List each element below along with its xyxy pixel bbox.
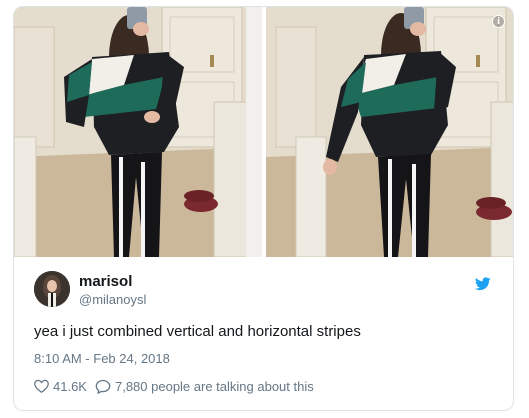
photo-right[interactable]: i xyxy=(266,7,513,257)
display-name[interactable]: marisol xyxy=(79,273,132,290)
avatar-image xyxy=(34,271,70,307)
speech-bubble-icon xyxy=(95,379,111,394)
tweet-card[interactable]: i marisol @milanoysl yea i just combined… xyxy=(13,6,514,411)
photo-left[interactable] xyxy=(14,7,262,257)
user-handle[interactable]: @milanoysl xyxy=(79,292,146,307)
info-icon[interactable]: i xyxy=(492,15,505,28)
twitter-bird-icon[interactable] xyxy=(475,277,491,291)
heart-icon xyxy=(34,379,49,393)
mirror-selfie-photo-right xyxy=(266,7,513,257)
tweet-actions: 41.6K 7,880 people are talking about thi… xyxy=(34,377,314,395)
tweet-photos: i xyxy=(14,7,513,257)
tweet-text: yea i just combined vertical and horizon… xyxy=(34,323,361,340)
tweet-body: marisol @milanoysl yea i just combined v… xyxy=(14,257,513,410)
tweet-timestamp[interactable]: 8:10 AM - Feb 24, 2018 xyxy=(34,351,170,366)
reply-conversation-button[interactable]: 7,880 people are talking about this xyxy=(95,379,314,394)
like-count: 41.6K xyxy=(53,378,87,394)
like-button[interactable]: 41.6K xyxy=(34,379,87,394)
avatar[interactable] xyxy=(34,271,70,307)
talking-about-text: 7,880 people are talking about this xyxy=(114,378,314,394)
mirror-selfie-photo-left xyxy=(14,7,262,257)
